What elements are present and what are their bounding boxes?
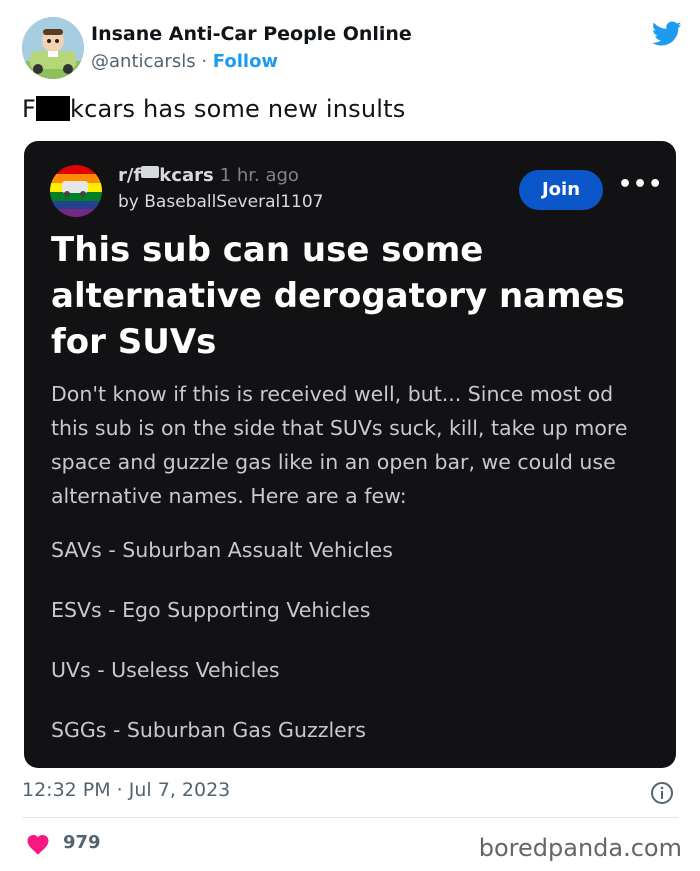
list-item: SGGs - Suburban Gas Guzzlers <box>51 718 366 742</box>
tweet-text: Fkcars has some new insults <box>22 95 405 123</box>
watermark: boredpanda.com <box>478 834 682 862</box>
divider <box>22 817 678 818</box>
embedded-post-image[interactable]: r/f kcars 1 hr. ago by BaseballSeveral1107… <box>24 141 676 768</box>
tweet-text-prefix: F <box>22 95 37 123</box>
like-count: 979 <box>63 832 101 853</box>
list-item: UVs - Useless Vehicles <box>51 658 280 682</box>
list-item: SAVs - Suburban Assualt Vehicles <box>51 538 393 562</box>
subreddit-name-prefix: r/f <box>118 165 142 186</box>
info-icon[interactable] <box>650 781 674 805</box>
subreddit-name[interactable]: r/f kcars <box>118 165 214 186</box>
handle-separator: · <box>201 51 208 72</box>
author-handle[interactable]: @anticarsls <box>91 51 196 72</box>
join-button[interactable]: Join <box>519 170 603 210</box>
follow-button[interactable]: Follow <box>213 51 278 72</box>
author-name[interactable]: Insane Anti-Car People Online <box>91 23 412 45</box>
post-body: Don't know if this is received well, but… <box>51 382 628 508</box>
tweet-text-suffix: kcars has some new insults <box>70 95 406 123</box>
post-time-ago: 1 hr. ago <box>219 165 299 186</box>
censor-bar <box>36 96 71 121</box>
subreddit-name-suffix: kcars <box>159 165 214 186</box>
author-avatar[interactable] <box>22 17 84 79</box>
list-item: ESVs - Ego Supporting Vehicles <box>51 598 371 622</box>
heart-icon[interactable] <box>26 833 50 855</box>
post-title: This sub can use some alternative deroga… <box>51 230 625 362</box>
subreddit-icon <box>50 165 102 217</box>
subreddit-censor-bar <box>141 166 160 178</box>
post-author: by BaseballSeveral1107 <box>118 192 324 212</box>
more-options-icon[interactable]: ••• <box>618 174 662 203</box>
tweet-timestamp[interactable]: 12:32 PM · Jul 7, 2023 <box>22 779 230 801</box>
twitter-bird-icon[interactable] <box>652 21 682 47</box>
tweet-header: Insane Anti-Car People Online @anticarsl… <box>22 17 682 79</box>
